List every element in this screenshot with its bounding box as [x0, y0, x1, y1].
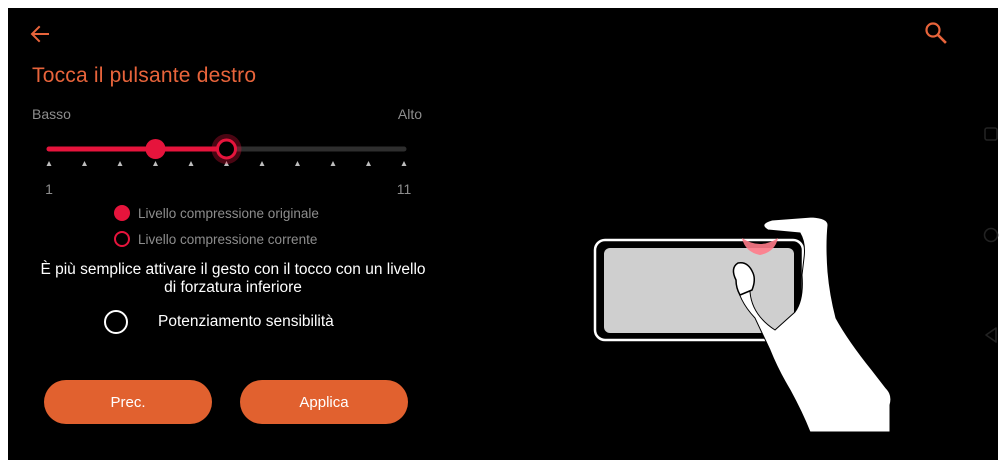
- recents-button[interactable]: [975, 126, 1006, 156]
- back-button[interactable]: [28, 22, 52, 46]
- original-level-marker: [145, 139, 166, 159]
- arrow-left-icon: [30, 25, 49, 43]
- ring-dot-icon: [114, 231, 130, 247]
- search-icon: [925, 22, 947, 44]
- slider-tick: [330, 161, 336, 166]
- system-nav-bar: [975, 0, 1006, 468]
- square-icon: [983, 127, 998, 141]
- search-button[interactable]: [923, 20, 949, 46]
- filled-dot-icon: [114, 205, 130, 221]
- legend-original-label: Livello compressione originale: [138, 205, 319, 221]
- slider-tick: [295, 161, 300, 166]
- slider-tick: [117, 161, 123, 166]
- sensitivity-label: Potenziamento sensibilità: [158, 313, 334, 330]
- slider-low-label: Basso: [32, 106, 71, 122]
- slider-tick: [82, 161, 87, 166]
- slider-high-label: Alto: [397, 106, 422, 122]
- slider-tick: [401, 161, 407, 166]
- slider-min-label: 1: [45, 181, 53, 197]
- phone-screen: [604, 248, 794, 333]
- app-screen: Tocca il pulsante destro Basso Alto 1 11…: [8, 8, 998, 460]
- triangle-back-icon: [984, 327, 997, 343]
- apply-button[interactable]: Applica: [240, 380, 408, 424]
- legend-original: Livello compressione originale: [114, 205, 319, 221]
- hand-tap-illustration: [593, 216, 892, 433]
- system-back-button[interactable]: [975, 326, 1006, 356]
- hint-text: È più semplice attivare il gesto con il …: [40, 261, 426, 296]
- slider-tick: [366, 161, 371, 166]
- slider-max-label: 11: [397, 181, 412, 197]
- prev-button[interactable]: Prec.: [44, 380, 212, 424]
- slider-tick: [153, 161, 158, 166]
- sensitivity-toggle[interactable]: Potenziamento sensibilità: [104, 310, 334, 334]
- compression-slider[interactable]: 1 11: [44, 132, 414, 202]
- circle-icon: [983, 227, 998, 243]
- current-level-thumb: [216, 138, 237, 160]
- legend-current: Livello compressione corrente: [114, 231, 317, 247]
- slider-tick: [188, 161, 194, 166]
- legend-current-label: Livello compressione corrente: [138, 231, 318, 247]
- radio-unchecked-icon[interactable]: [104, 310, 128, 334]
- home-button[interactable]: [975, 226, 1006, 256]
- slider-tick: [259, 161, 265, 166]
- page-title: Tocca il pulsante destro: [32, 64, 257, 87]
- slider-tick: [46, 161, 52, 166]
